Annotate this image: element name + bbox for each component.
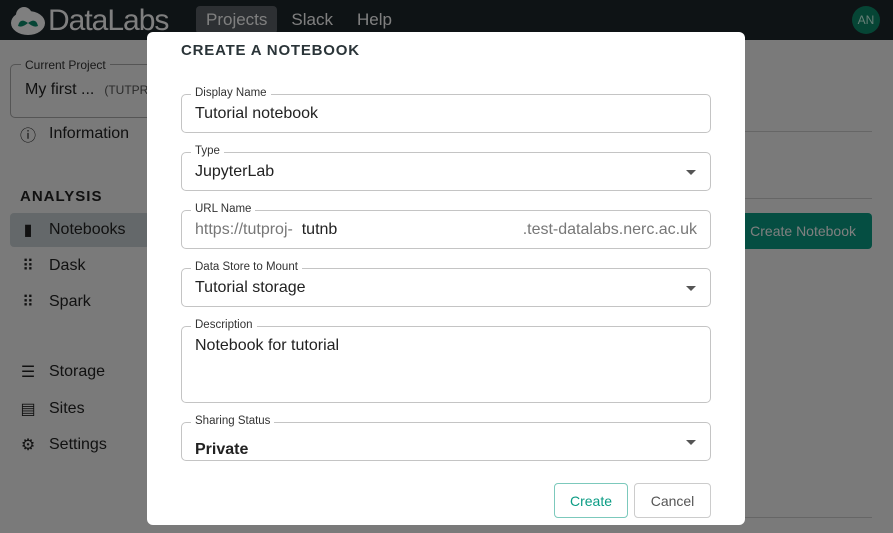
field-label: Sharing Status — [191, 415, 275, 427]
type-select[interactable]: Type JupyterLab — [181, 145, 711, 191]
description-field[interactable]: Description Notebook for tutorial — [181, 319, 711, 403]
display-name-field[interactable]: Display Name Tutorial notebook — [181, 87, 711, 133]
field-value: tutnb — [301, 221, 338, 238]
field-value: Tutorial storage — [195, 279, 306, 296]
cancel-button[interactable]: Cancel — [634, 483, 711, 518]
create-button[interactable]: Create — [554, 483, 628, 518]
data-store-select[interactable]: Data Store to Mount Tutorial storage — [181, 261, 711, 307]
field-label: Display Name — [191, 87, 271, 99]
url-prefix: https://tutproj- — [195, 221, 293, 238]
dropdown-arrow-icon — [686, 286, 696, 291]
field-value: Notebook for tutorial — [195, 337, 340, 354]
field-label: URL Name — [191, 203, 256, 215]
sharing-status-select[interactable]: Sharing Status Private — [181, 415, 711, 461]
field-label: Type — [191, 145, 224, 157]
field-label: Description — [191, 319, 257, 331]
field-value: Private — [195, 441, 249, 458]
dialog-title: CREATE A NOTEBOOK — [181, 42, 360, 59]
field-value: Tutorial notebook — [195, 105, 319, 122]
dropdown-arrow-icon — [686, 170, 696, 175]
dropdown-arrow-icon — [686, 440, 696, 445]
create-notebook-dialog: CREATE A NOTEBOOK Display Name Tutorial … — [147, 32, 745, 525]
field-label: Data Store to Mount — [191, 261, 302, 273]
url-suffix: .test-datalabs.nerc.ac.uk — [522, 221, 697, 238]
url-name-field[interactable]: URL Name https://tutproj- tutnb .test-da… — [181, 203, 711, 249]
field-value: JupyterLab — [195, 163, 275, 180]
